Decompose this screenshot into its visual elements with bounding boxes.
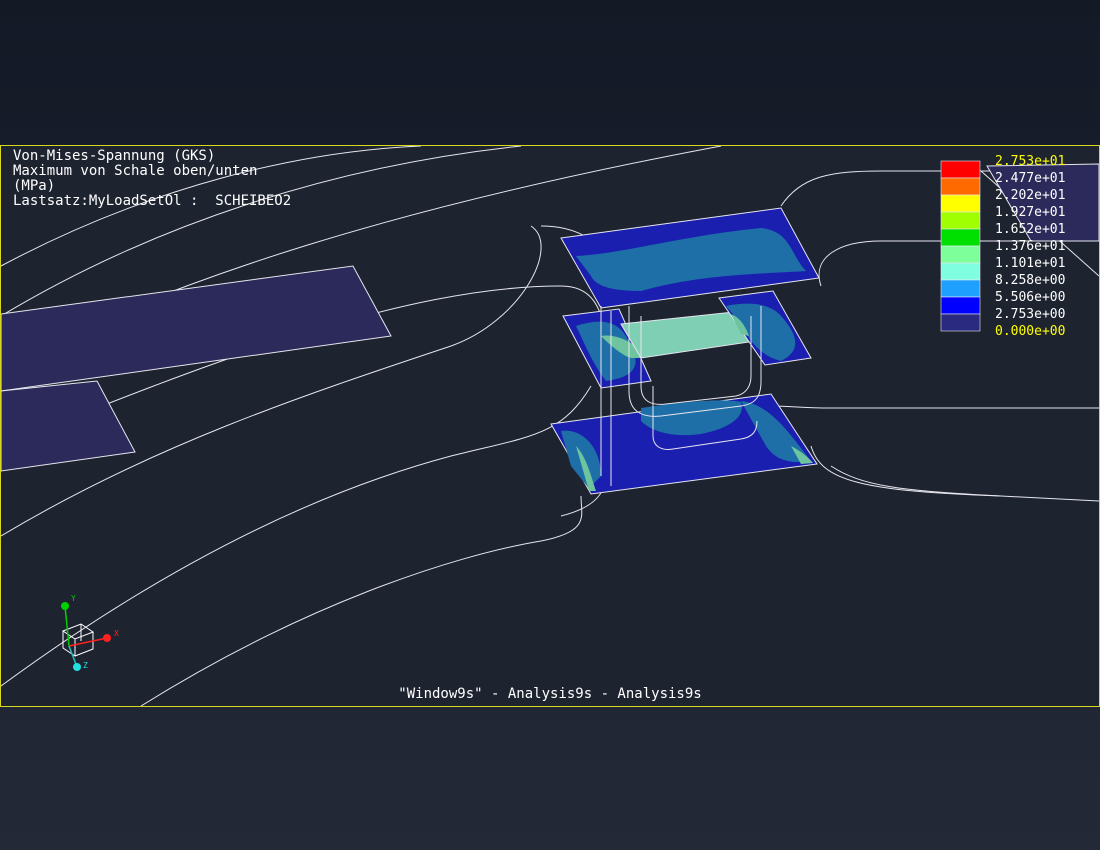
graphics-viewport[interactable]: Y X Z Von-Mises-Spannung (GKS) Maximum v… [0, 145, 1100, 707]
legend-label: 2.477e+01 [995, 171, 1066, 186]
legend-label: 2.202e+01 [995, 188, 1066, 203]
legend-label: 1.101e+01 [995, 256, 1066, 271]
top-plate [560, 207, 820, 309]
model-scene[interactable]: Y X Z [1, 146, 1099, 706]
axis-triad: Y X Z [61, 594, 119, 671]
legend-labels: 2.753e+01 2.477e+01 2.202e+01 1.927e+01 … [995, 153, 1065, 340]
result-subtitle: Maximum von Schale oben/unten [13, 163, 258, 179]
result-units: (MPa) [13, 178, 56, 194]
legend-label: 2.753e+01 [995, 154, 1066, 169]
z-axis-handle-icon[interactable] [73, 663, 81, 671]
legend-label: 1.376e+01 [995, 239, 1066, 254]
legend-swatch [940, 160, 981, 179]
legend-label: 8.258e+00 [995, 273, 1066, 288]
window-title-footer: "Window9s" - Analysis9s - Analysis9s [398, 686, 702, 702]
x-axis-handle-icon[interactable] [103, 634, 111, 642]
legend-label: 1.927e+01 [995, 205, 1066, 220]
y-axis-handle-icon[interactable] [61, 602, 69, 610]
legend-swatch [940, 245, 981, 264]
legend-color-bar [940, 160, 981, 332]
legend-swatch [940, 194, 981, 213]
legend-swatch [940, 211, 981, 230]
side-plates [1, 163, 1099, 472]
result-title: Von-Mises-Spannung (GKS) [13, 148, 216, 164]
legend-label: 0.000e+00 [995, 324, 1066, 339]
legend-label: 5.506e+00 [995, 290, 1066, 305]
legend-swatch [940, 262, 981, 281]
load-set-label: Lastsatz:MyLoadSetOl : SCHEIBEO2 [13, 193, 292, 209]
legend-label: 1.652e+01 [995, 222, 1066, 237]
legend-swatch [940, 296, 981, 315]
triad-x-label: X [114, 629, 119, 638]
legend-swatch [940, 228, 981, 247]
part-wireframe [1, 146, 1099, 706]
legend-swatch [940, 177, 981, 196]
triad-y-label: Y [71, 594, 76, 603]
bottom-plate [550, 393, 818, 495]
legend-swatch [940, 279, 981, 298]
triad-z-label: Z [83, 661, 88, 670]
legend-swatch [940, 313, 981, 332]
legend-label: 2.753e+00 [995, 307, 1066, 322]
